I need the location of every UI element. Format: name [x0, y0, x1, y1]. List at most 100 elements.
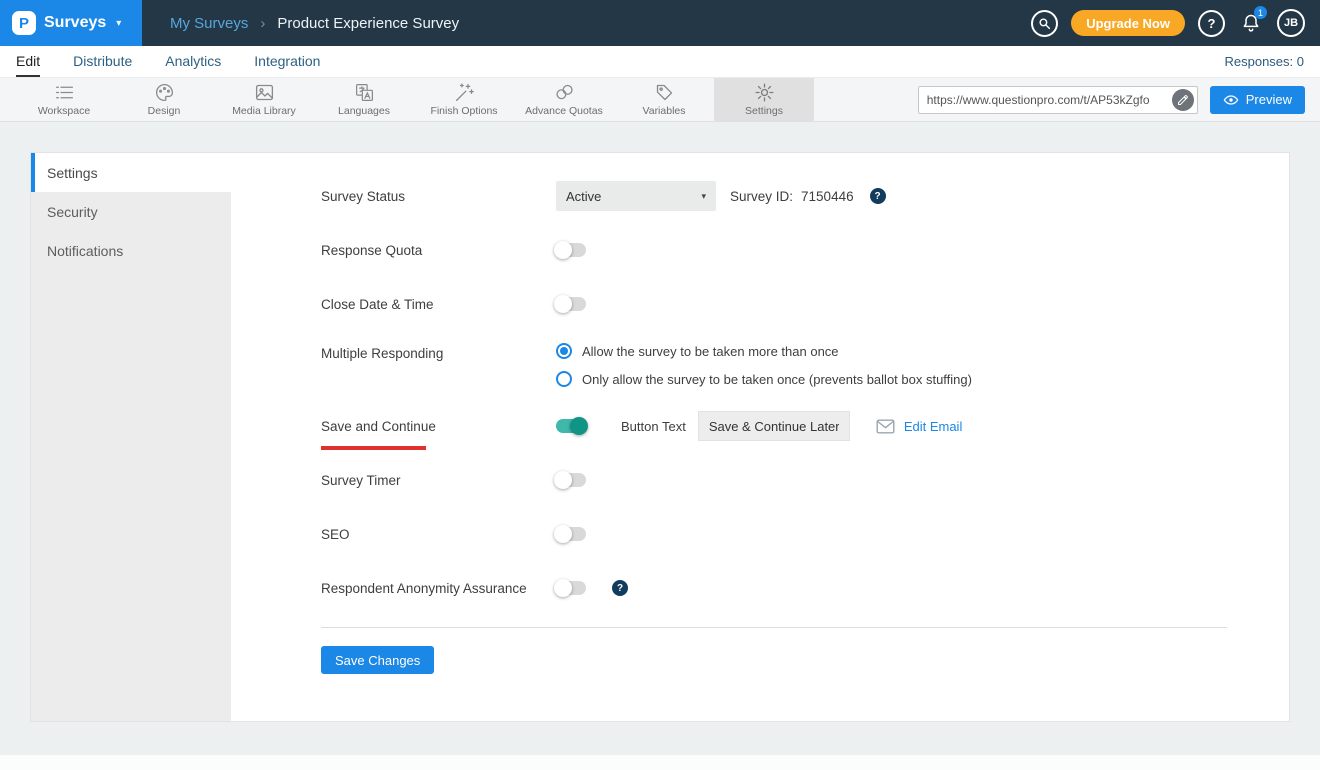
- survey-status-dropdown[interactable]: Active ▾: [556, 181, 716, 211]
- responses-count: Responses: 0: [1225, 46, 1305, 77]
- user-avatar[interactable]: JB: [1277, 9, 1305, 37]
- button-text-input[interactable]: [698, 411, 850, 441]
- survey-url-box: [918, 86, 1198, 114]
- survey-id-value: 7150446: [801, 189, 854, 204]
- survey-timer-toggle[interactable]: [556, 473, 586, 487]
- toolbar-item-languages[interactable]: Languages: [314, 78, 414, 121]
- toolbar-item-label: Languages: [338, 105, 390, 117]
- toolbar-item-advance-quotas[interactable]: Advance Quotas: [514, 78, 614, 121]
- row-save-and-continue: Save and Continue Button Text Edit Email: [321, 411, 1227, 441]
- survey-status-selected: Active: [566, 189, 601, 204]
- preview-label: Preview: [1246, 92, 1292, 107]
- main-nav-tabs: Edit Distribute Analytics Integration Re…: [0, 46, 1320, 78]
- anonymity-toggle[interactable]: [556, 581, 586, 595]
- close-date-time-toggle[interactable]: [556, 297, 586, 311]
- survey-id-help-icon[interactable]: ?: [870, 188, 886, 204]
- save-and-continue-label-text: Save and Continue: [321, 419, 436, 434]
- toolbar-item-label: Settings: [745, 105, 783, 117]
- breadcrumb: My Surveys › Product Experience Survey: [170, 15, 459, 32]
- eye-icon: [1223, 92, 1239, 108]
- toolbar-item-media-library[interactable]: Media Library: [214, 78, 314, 121]
- radio-button-icon[interactable]: [556, 371, 572, 387]
- sidebar-item-security[interactable]: Security: [31, 192, 231, 231]
- radio-option-multiple-allowed[interactable]: Allow the survey to be taken more than o…: [556, 343, 972, 359]
- variables-icon: [654, 82, 675, 103]
- toolbar-item-workspace[interactable]: Workspace: [14, 78, 114, 121]
- anonymity-help-icon[interactable]: ?: [612, 580, 628, 596]
- settings-card: Settings Security Notifications Survey S…: [30, 152, 1290, 722]
- sidebar-item-settings[interactable]: Settings: [31, 153, 231, 192]
- survey-timer-label: Survey Timer: [321, 473, 556, 488]
- anonymity-label: Respondent Anonymity Assurance: [321, 581, 556, 596]
- survey-status-label: Survey Status: [321, 189, 556, 204]
- multiple-responding-options: Allow the survey to be taken more than o…: [556, 343, 972, 387]
- toolbar-item-finish-options[interactable]: Finish Options: [414, 78, 514, 121]
- tab-edit[interactable]: Edit: [16, 46, 40, 77]
- survey-url-input[interactable]: [919, 93, 1172, 107]
- media-library-icon: [254, 82, 275, 103]
- response-quota-toggle[interactable]: [556, 243, 586, 257]
- notifications-button[interactable]: 1: [1238, 10, 1264, 36]
- preview-button[interactable]: Preview: [1210, 86, 1305, 114]
- toggle-knob: [554, 471, 572, 489]
- edit-email-link[interactable]: Edit Email: [904, 419, 963, 434]
- edit-url-button[interactable]: [1172, 89, 1194, 111]
- settings-content: Survey Status Active ▾ Survey ID: 715044…: [231, 153, 1289, 721]
- finish-options-icon: [454, 82, 475, 103]
- response-quota-label: Response Quota: [321, 243, 556, 258]
- radio-option-label[interactable]: Only allow the survey to be taken once (…: [582, 372, 972, 387]
- breadcrumb-my-surveys[interactable]: My Surveys: [170, 15, 248, 32]
- toolbar-item-label: Variables: [643, 105, 686, 117]
- search-button[interactable]: [1031, 10, 1058, 37]
- button-text-label: Button Text: [621, 419, 686, 434]
- tab-integration[interactable]: Integration: [254, 46, 320, 77]
- page-bottom-strip: [0, 755, 1320, 770]
- multiple-responding-label: Multiple Responding: [321, 343, 556, 361]
- topbar: P Surveys ▾ My Surveys › Product Experie…: [0, 0, 1320, 46]
- surveys-product-menu[interactable]: P Surveys ▾: [0, 0, 142, 46]
- brand-label: Surveys: [44, 14, 106, 32]
- toolbar-item-label: Design: [148, 105, 181, 117]
- toggle-knob: [554, 241, 572, 259]
- toolbar-right: Preview: [918, 78, 1320, 121]
- tab-analytics[interactable]: Analytics: [165, 46, 221, 77]
- toggle-knob: [570, 417, 588, 435]
- row-close-date-time: Close Date & Time: [321, 289, 1227, 319]
- close-date-time-label: Close Date & Time: [321, 297, 556, 312]
- pencil-icon: [1177, 94, 1189, 106]
- red-annotation-underline: [321, 446, 426, 450]
- toggle-knob: [554, 579, 572, 597]
- toolbar-item-label: Workspace: [38, 105, 90, 117]
- toolbar-item-variables[interactable]: Variables: [614, 78, 714, 121]
- design-icon: [154, 82, 175, 103]
- tab-distribute[interactable]: Distribute: [73, 46, 132, 77]
- sidebar-item-notifications[interactable]: Notifications: [31, 231, 231, 270]
- row-seo: SEO: [321, 519, 1227, 549]
- breadcrumb-current-survey: Product Experience Survey: [277, 15, 459, 32]
- save-and-continue-toggle[interactable]: [556, 419, 586, 433]
- email-envelope-icon: [876, 419, 895, 434]
- radio-option-once-only[interactable]: Only allow the survey to be taken once (…: [556, 371, 972, 387]
- upgrade-now-button[interactable]: Upgrade Now: [1071, 10, 1185, 36]
- settings-icon: [754, 82, 775, 103]
- save-changes-button[interactable]: Save Changes: [321, 646, 434, 674]
- row-response-quota: Response Quota: [321, 235, 1227, 265]
- radio-button-icon[interactable]: [556, 343, 572, 359]
- caret-down-icon: ▾: [701, 191, 706, 202]
- toolbar-item-label: Advance Quotas: [525, 105, 603, 117]
- page-background: Settings Security Notifications Survey S…: [0, 122, 1320, 755]
- help-button[interactable]: ?: [1198, 10, 1225, 37]
- toolbar-item-label: Media Library: [232, 105, 296, 117]
- toggle-knob: [554, 525, 572, 543]
- caret-down-icon: ▾: [116, 18, 121, 29]
- languages-icon: [354, 82, 375, 103]
- content-divider: [321, 627, 1227, 628]
- toolbar-item-design[interactable]: Design: [114, 78, 214, 121]
- settings-sidebar: Settings Security Notifications: [31, 153, 231, 721]
- seo-toggle[interactable]: [556, 527, 586, 541]
- radio-option-label[interactable]: Allow the survey to be taken more than o…: [582, 344, 839, 359]
- toolbar-item-settings[interactable]: Settings: [714, 78, 814, 121]
- search-icon: [1038, 17, 1051, 30]
- workspace-icon: [54, 82, 75, 103]
- row-survey-timer: Survey Timer: [321, 465, 1227, 495]
